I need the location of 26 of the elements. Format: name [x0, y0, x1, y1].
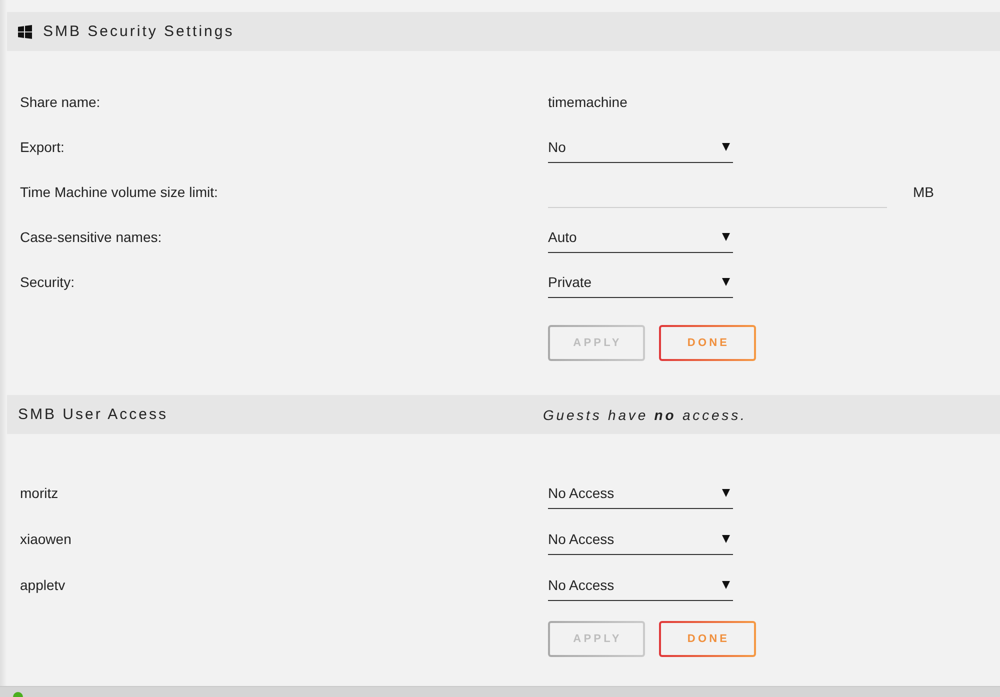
- field-label: Case-sensitive names:: [20, 228, 162, 247]
- user-name: moritz: [20, 484, 58, 503]
- unit-label: MB: [913, 183, 934, 202]
- section-title: SMB Security Settings: [43, 23, 234, 40]
- dropdown-caret-icon: [722, 535, 730, 543]
- section-title: SMB User Access: [18, 406, 168, 423]
- user-name: xiaowen: [20, 530, 72, 549]
- field-label: Share name:: [20, 93, 100, 112]
- field-label: Time Machine volume size limit:: [20, 183, 218, 202]
- dropdown-select[interactable]: Private: [548, 272, 733, 298]
- dropdown-select[interactable]: No: [548, 137, 733, 163]
- dropdown-select[interactable]: Auto: [548, 227, 733, 253]
- dropdown-caret-icon: [722, 489, 730, 497]
- share-name-value: timemachine: [548, 93, 628, 112]
- field-label: Security:: [20, 273, 74, 292]
- user-name: appletv: [20, 576, 66, 595]
- access-select[interactable]: No Access: [548, 575, 733, 601]
- dropdown-caret-icon: [722, 233, 730, 241]
- four-pane-logo-icon: [18, 24, 32, 38]
- field-label: Export:: [20, 138, 64, 157]
- dropdown-caret-icon: [722, 278, 730, 286]
- dropdown-caret-icon: [722, 581, 730, 589]
- access-select[interactable]: No Access: [548, 483, 733, 509]
- guest-access-note: Guests have no access.: [543, 406, 747, 422]
- access-select[interactable]: No Access: [548, 529, 733, 555]
- dropdown-caret-icon: [722, 143, 730, 151]
